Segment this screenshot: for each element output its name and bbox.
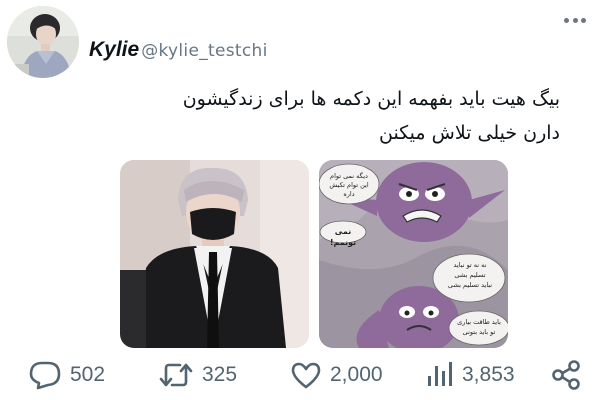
like-count: 2,000 xyxy=(330,363,383,386)
views-count: 3,853 xyxy=(462,363,515,386)
retweet-button[interactable]: 325 xyxy=(158,355,237,395)
more-dot xyxy=(572,17,578,23)
more-dot xyxy=(581,17,586,23)
retweet-icon xyxy=(158,360,194,390)
tweet: Kylie @kylie_testchi بیگ هیت باید بفهمه … xyxy=(0,0,600,400)
handle[interactable]: @kylie_testchi xyxy=(141,41,267,61)
like-icon xyxy=(290,360,322,390)
more-dot xyxy=(564,17,569,23)
reply-icon xyxy=(28,360,62,390)
display-name[interactable]: Kylie xyxy=(89,38,139,62)
share-icon xyxy=(550,359,582,391)
comic-bubble-shout: نمی تونمم! xyxy=(329,227,357,247)
like-button[interactable]: 2,000 xyxy=(290,355,383,395)
retweet-count: 325 xyxy=(202,363,238,386)
media-photo-person[interactable] xyxy=(120,160,309,348)
author: Kylie @kylie_testchi xyxy=(89,38,268,62)
views-button[interactable]: 3,853 xyxy=(426,355,515,395)
tweet-text-line-1: بیگ هیت باید بفهمه این دکمه ها برای زندگ… xyxy=(182,88,560,110)
media-photo-comic[interactable]: دیگه نمی توام این توام تکیش داره نمی تون… xyxy=(319,160,508,348)
person-photo-image xyxy=(120,160,309,348)
tweet-text-line-2: دارن خیلی تلاش میکنن xyxy=(378,122,560,144)
comic-bubble-middle: نه نه تو نباید تسلیم بشی نباید تسلیم بشی xyxy=(447,261,493,289)
media-grid: دیگه نمی توام این توام تکیش داره نمی تون… xyxy=(120,160,508,348)
share-button[interactable] xyxy=(550,355,582,395)
reply-button[interactable]: 502 xyxy=(28,355,105,395)
avatar-image xyxy=(7,6,79,78)
tweet-actions: 502 325 2,000 3,853 xyxy=(0,355,600,395)
comic-bubble-top: دیگه نمی توام این توام تکیش داره xyxy=(329,172,369,198)
tweet-text: بیگ هیت باید بفهمه این دکمه ها برای زندگ… xyxy=(140,82,560,150)
comic-bubble-bottom: باید طاقت بیاری تو باید بتونی xyxy=(457,318,501,336)
more-icon[interactable] xyxy=(561,10,589,30)
avatar[interactable] xyxy=(7,6,79,78)
views-icon xyxy=(426,360,454,390)
reply-count: 502 xyxy=(70,363,106,386)
